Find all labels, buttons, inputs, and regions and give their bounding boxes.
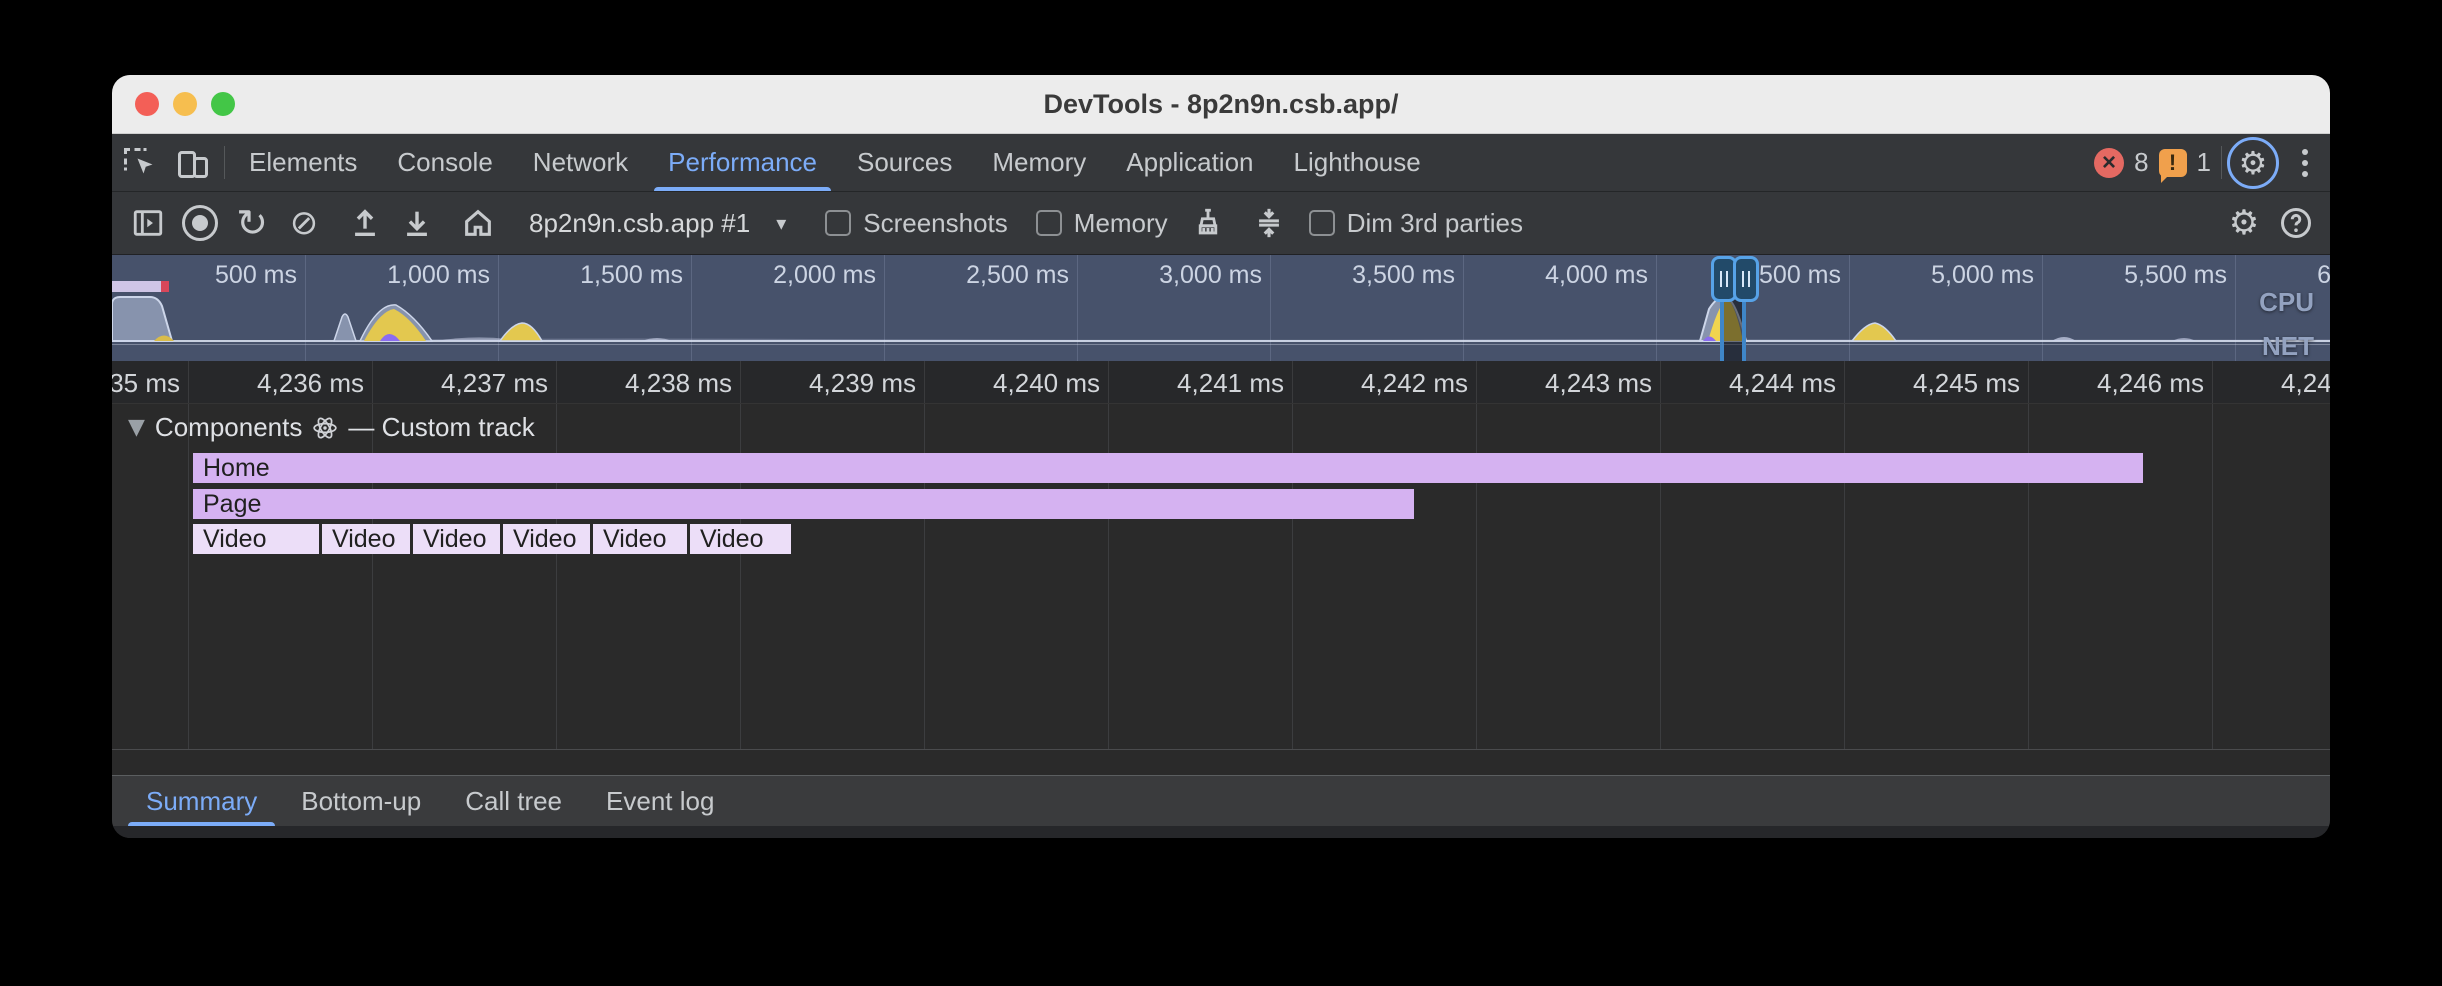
selection-right-line <box>1742 293 1746 361</box>
flame-bar-video[interactable]: Video <box>503 524 593 554</box>
performance-toolbar: ↻ ⊘ 8p2n9n.csb.app #1 ▾ Screenshots <box>112 192 2330 255</box>
upload-profile-icon[interactable] <box>339 197 391 249</box>
flame-bar-page[interactable]: Page <box>193 489 1414 519</box>
flame-bar-video[interactable]: Video <box>593 524 690 554</box>
tab-summary[interactable]: Summary <box>124 776 279 826</box>
tab-console[interactable]: Console <box>377 134 512 191</box>
ruler-tick-label: 4,247 ms <box>2168 368 2330 399</box>
inspect-element-icon[interactable] <box>112 134 166 191</box>
track-subtitle: — Custom track <box>348 412 534 443</box>
devtools-window: DevTools - 8p2n9n.csb.app/ Elements Cons… <box>112 75 2330 838</box>
record-button[interactable] <box>174 197 226 249</box>
track-header-components[interactable]: ▼ Components — Custom track <box>128 412 535 443</box>
selection-left-line <box>1720 293 1724 361</box>
tab-application[interactable]: Application <box>1106 134 1273 191</box>
react-atom-icon <box>312 415 338 441</box>
selection-right-handle[interactable] <box>1733 256 1759 302</box>
history-selected-value: 8p2n9n.csb.app #1 <box>529 208 750 239</box>
tab-call-tree[interactable]: Call tree <box>443 776 584 826</box>
issue-badges[interactable]: × 8 ! 1 <box>2094 134 2217 191</box>
cpu-lane-label: CPU <box>2259 287 2314 318</box>
tab-sources[interactable]: Sources <box>837 134 972 191</box>
track-gridline <box>188 404 189 749</box>
time-ruler: 4,235 ms4,236 ms4,237 ms4,238 ms4,239 ms… <box>112 361 2330 404</box>
devtools-tabbar: Elements Console Network Performance Sou… <box>112 134 2330 192</box>
flame-bar-video[interactable]: Video <box>413 524 503 554</box>
home-icon[interactable] <box>452 197 504 249</box>
minimize-window-button[interactable] <box>173 92 197 116</box>
window-title: DevTools - 8p2n9n.csb.app/ <box>1043 89 1398 120</box>
warnings-icon: ! <box>2159 149 2187 177</box>
settings-button[interactable]: ⚙ <box>2226 134 2280 191</box>
timeline-overview[interactable]: 500 ms1,000 ms1,500 ms2,000 ms2,500 ms3,… <box>112 255 2330 361</box>
memory-label: Memory <box>1074 208 1168 239</box>
tab-elements[interactable]: Elements <box>229 134 377 191</box>
flame-bar-home[interactable]: Home <box>193 453 2143 483</box>
checkbox-box <box>825 210 851 236</box>
tab-bottom-up[interactable]: Bottom-up <box>279 776 443 826</box>
capture-settings-gear-icon[interactable]: ⚙ <box>2218 197 2270 249</box>
net-lane-separator <box>112 344 2330 345</box>
dim-3rd-parties-label: Dim 3rd parties <box>1347 208 1523 239</box>
reload-and-record-button[interactable]: ↻ <box>226 197 278 249</box>
chevron-down-icon: ▾ <box>776 211 786 235</box>
history-select[interactable]: 8p2n9n.csb.app #1 ▾ <box>513 208 802 239</box>
garbage-collect-icon[interactable] <box>1182 197 1234 249</box>
titlebar: DevTools - 8p2n9n.csb.app/ <box>112 75 2330 134</box>
divider <box>2221 146 2222 179</box>
zoom-window-button[interactable] <box>211 92 235 116</box>
device-toolbar-icon[interactable] <box>166 134 220 191</box>
toggle-sidebar-icon[interactable] <box>122 197 174 249</box>
tab-event-log[interactable]: Event log <box>584 776 736 826</box>
warning-count: 1 <box>2197 147 2211 178</box>
track-gridline <box>2212 404 2213 749</box>
close-window-button[interactable] <box>135 92 159 116</box>
flame-chart-area[interactable]: ▼ Components — Custom track Home Page Vi… <box>112 404 2330 775</box>
memory-checkbox[interactable]: Memory <box>1022 208 1182 239</box>
net-lane-label: NET <box>2262 331 2314 361</box>
divider <box>224 146 225 179</box>
tab-memory[interactable]: Memory <box>972 134 1106 191</box>
tab-lighthouse[interactable]: Lighthouse <box>1274 134 1441 191</box>
flame-bar-video[interactable]: Video <box>690 524 794 554</box>
screenshots-label: Screenshots <box>863 208 1008 239</box>
screen: DevTools - 8p2n9n.csb.app/ Elements Cons… <box>0 0 2442 986</box>
checkbox-box <box>1309 210 1335 236</box>
window-bottom-edge <box>112 826 2330 838</box>
help-icon[interactable] <box>2270 197 2322 249</box>
flame-bar-video-row: VideoVideoVideoVideoVideoVideo <box>193 524 794 554</box>
collapse-sections-icon[interactable] <box>1243 197 1295 249</box>
gear-icon: ⚙ <box>2239 144 2268 182</box>
settings-focus-ring: ⚙ <box>2227 137 2279 189</box>
more-options-button[interactable] <box>2280 134 2330 191</box>
checkbox-box <box>1036 210 1062 236</box>
screenshots-checkbox[interactable]: Screenshots <box>811 208 1022 239</box>
traffic-lights <box>135 75 235 133</box>
details-tabbar: Summary Bottom-up Call tree Event log <box>112 775 2330 826</box>
errors-icon: × <box>2094 148 2124 178</box>
error-count: 8 <box>2134 147 2148 178</box>
flame-bar-video[interactable]: Video <box>322 524 413 554</box>
track-title: Components <box>155 412 302 443</box>
cpu-activity-chart <box>112 255 2330 361</box>
collapse-triangle-icon[interactable]: ▼ <box>128 415 145 440</box>
download-profile-icon[interactable] <box>391 197 443 249</box>
tab-network[interactable]: Network <box>513 134 648 191</box>
dim-3rd-parties-checkbox[interactable]: Dim 3rd parties <box>1295 208 1537 239</box>
flame-bar-video[interactable]: Video <box>193 524 322 554</box>
clear-button[interactable]: ⊘ <box>278 197 330 249</box>
tab-performance[interactable]: Performance <box>648 134 837 191</box>
track-bottom-rule <box>112 749 2330 750</box>
selection-range <box>1724 295 1744 361</box>
